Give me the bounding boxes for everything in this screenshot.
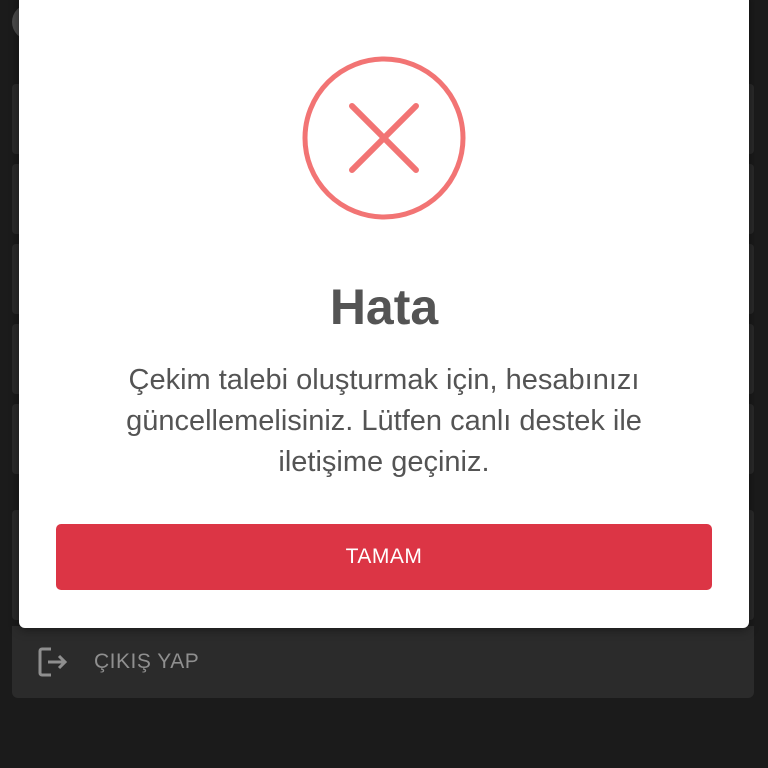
dialog-message: Çekim talebi oluşturmak için, hesabınızı… [126, 364, 642, 478]
logout-icon [36, 645, 70, 679]
ok-button[interactable]: TAMAM [56, 524, 712, 590]
screen: ÇIKIŞ YAP Hata Çekim talebi oluşturmak i… [0, 0, 768, 768]
logout-label: ÇIKIŞ YAP [94, 650, 200, 673]
error-x-icon [302, 56, 466, 220]
dialog-title: Hata [329, 279, 439, 335]
error-dialog: Hata Çekim talebi oluşturmak için, hesab… [19, 0, 749, 628]
logout-row[interactable]: ÇIKIŞ YAP [12, 626, 754, 698]
